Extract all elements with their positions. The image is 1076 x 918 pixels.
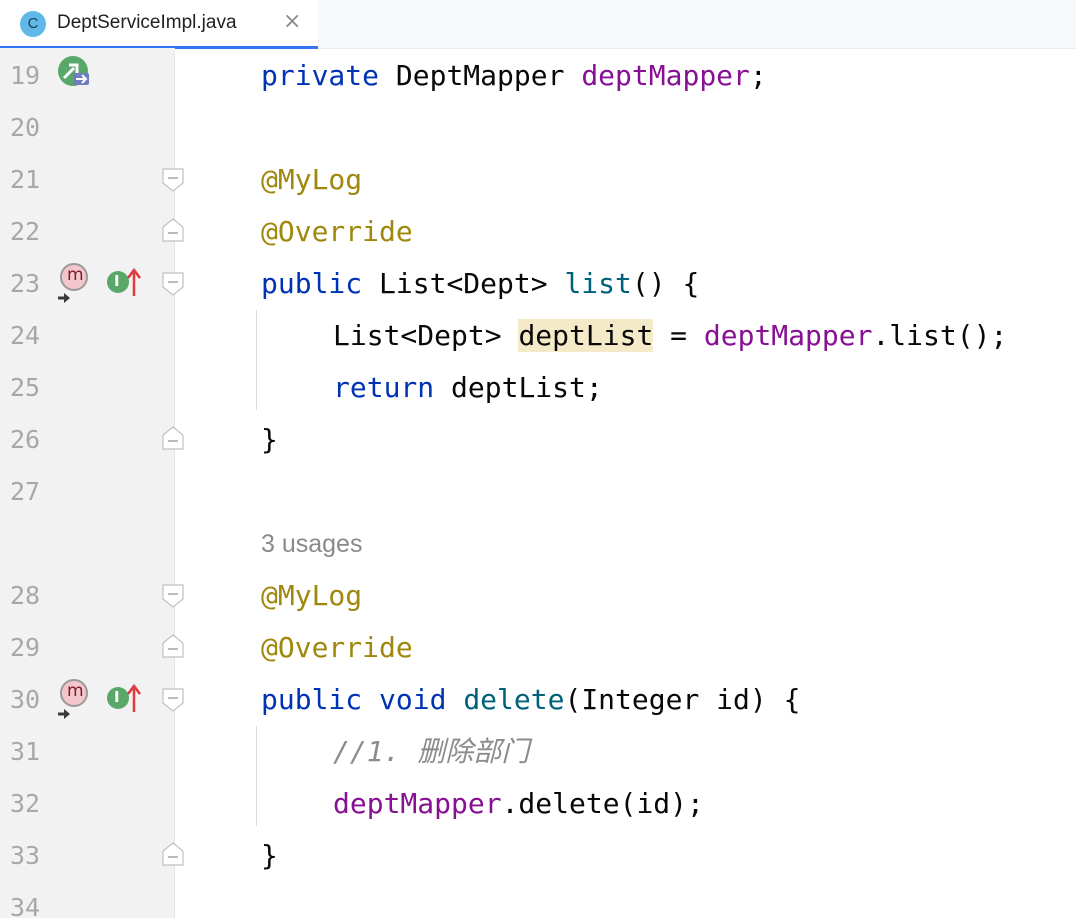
close-icon[interactable]: × bbox=[283, 9, 301, 35]
line-number: 19 bbox=[10, 61, 41, 90]
implements-method-icon[interactable]: I bbox=[106, 266, 142, 300]
line-number: 26 bbox=[10, 425, 41, 454]
code-text: @Override bbox=[261, 631, 413, 664]
code-line-24[interactable]: 24 List<Dept> deptList = deptMapper.list… bbox=[0, 310, 1076, 362]
implements-method-icon[interactable]: I bbox=[106, 682, 142, 716]
code-text: public List<Dept> list() { bbox=[261, 267, 700, 300]
injection-point-icon[interactable] bbox=[56, 56, 92, 88]
fold-collapse-icon[interactable] bbox=[162, 168, 184, 192]
tab-deptserviceimpl[interactable]: C DeptServiceImpl.java × bbox=[0, 0, 318, 49]
fold-end-icon[interactable] bbox=[162, 842, 184, 866]
fold-collapse-icon[interactable] bbox=[162, 688, 184, 712]
line-number: 31 bbox=[10, 737, 41, 766]
code-line-19[interactable]: 19 private DeptMapper deptMapper; bbox=[0, 50, 1076, 102]
code-line-34[interactable]: 34 bbox=[0, 882, 1076, 918]
line-number: 34 bbox=[10, 893, 41, 918]
code-text: deptMapper.delete(id); bbox=[333, 787, 704, 820]
tab-title: DeptServiceImpl.java bbox=[57, 12, 237, 33]
line-number: 20 bbox=[10, 113, 41, 142]
code-line-29[interactable]: 29 @Override bbox=[0, 622, 1076, 674]
code-line-30[interactable]: 30 m I public void delete(Integer id) { bbox=[0, 674, 1076, 726]
line-number: 33 bbox=[10, 841, 41, 870]
code-line-21[interactable]: 21 @MyLog bbox=[0, 154, 1076, 206]
highlighted-variable: deptList bbox=[518, 319, 654, 352]
line-number: 29 bbox=[10, 633, 41, 662]
code-text: @MyLog bbox=[261, 163, 363, 196]
aop-method-icon[interactable]: m bbox=[56, 262, 92, 306]
code-text: @Override bbox=[261, 215, 413, 248]
code-text: List<Dept> deptList = deptMapper.list(); bbox=[333, 319, 1008, 352]
impl-badge-letter: I bbox=[114, 272, 120, 290]
code-line-33[interactable]: 33 } bbox=[0, 830, 1076, 882]
usages-hint-row: 3 usages bbox=[0, 518, 1076, 570]
code-text: return deptList; bbox=[333, 371, 603, 404]
code-comment: //1. 删除部门 bbox=[333, 735, 530, 768]
method-badge-letter: m bbox=[67, 265, 84, 285]
impl-badge-letter: I bbox=[114, 688, 120, 706]
fold-end-icon[interactable] bbox=[162, 634, 184, 658]
code-line-26[interactable]: 26 } bbox=[0, 414, 1076, 466]
line-number: 30 bbox=[10, 685, 41, 714]
fold-end-icon[interactable] bbox=[162, 218, 184, 242]
code-line-32[interactable]: 32 deptMapper.delete(id); bbox=[0, 778, 1076, 830]
aop-method-icon[interactable]: m bbox=[56, 678, 92, 722]
code-line-28[interactable]: 28 @MyLog bbox=[0, 570, 1076, 622]
line-number: 28 bbox=[10, 581, 41, 610]
code-line-23[interactable]: 23 m I public List<Dept> list() { bbox=[0, 258, 1076, 310]
code-line-31[interactable]: 31 //1. 删除部门 bbox=[0, 726, 1076, 778]
usages-hint[interactable]: 3 usages bbox=[261, 530, 362, 559]
editor-tab-bar: C DeptServiceImpl.java × bbox=[0, 0, 1076, 49]
code-text: public void delete(Integer id) { bbox=[261, 683, 801, 716]
code-line-20[interactable]: 20 bbox=[0, 102, 1076, 154]
line-number: 25 bbox=[10, 373, 41, 402]
code-line-25[interactable]: 25 return deptList; bbox=[0, 362, 1076, 414]
line-number: 32 bbox=[10, 789, 41, 818]
line-number: 24 bbox=[10, 321, 41, 350]
java-class-icon: C bbox=[20, 11, 46, 37]
code-text: @MyLog bbox=[261, 579, 363, 612]
code-text: } bbox=[261, 423, 278, 456]
method-badge-letter: m bbox=[67, 681, 84, 701]
line-number: 22 bbox=[10, 217, 41, 246]
fold-end-icon[interactable] bbox=[162, 426, 184, 450]
line-number: 27 bbox=[10, 477, 41, 506]
line-number: 21 bbox=[10, 165, 41, 194]
code-line-22[interactable]: 22 @Override bbox=[0, 206, 1076, 258]
code-text: } bbox=[261, 839, 278, 872]
fold-collapse-icon[interactable] bbox=[162, 584, 184, 608]
code-line-27[interactable]: 27 bbox=[0, 466, 1076, 518]
code-text: private DeptMapper deptMapper; bbox=[261, 59, 767, 92]
line-number: 23 bbox=[10, 269, 41, 298]
fold-collapse-icon[interactable] bbox=[162, 272, 184, 296]
code-text: //1. 删除部门 bbox=[333, 736, 529, 768]
